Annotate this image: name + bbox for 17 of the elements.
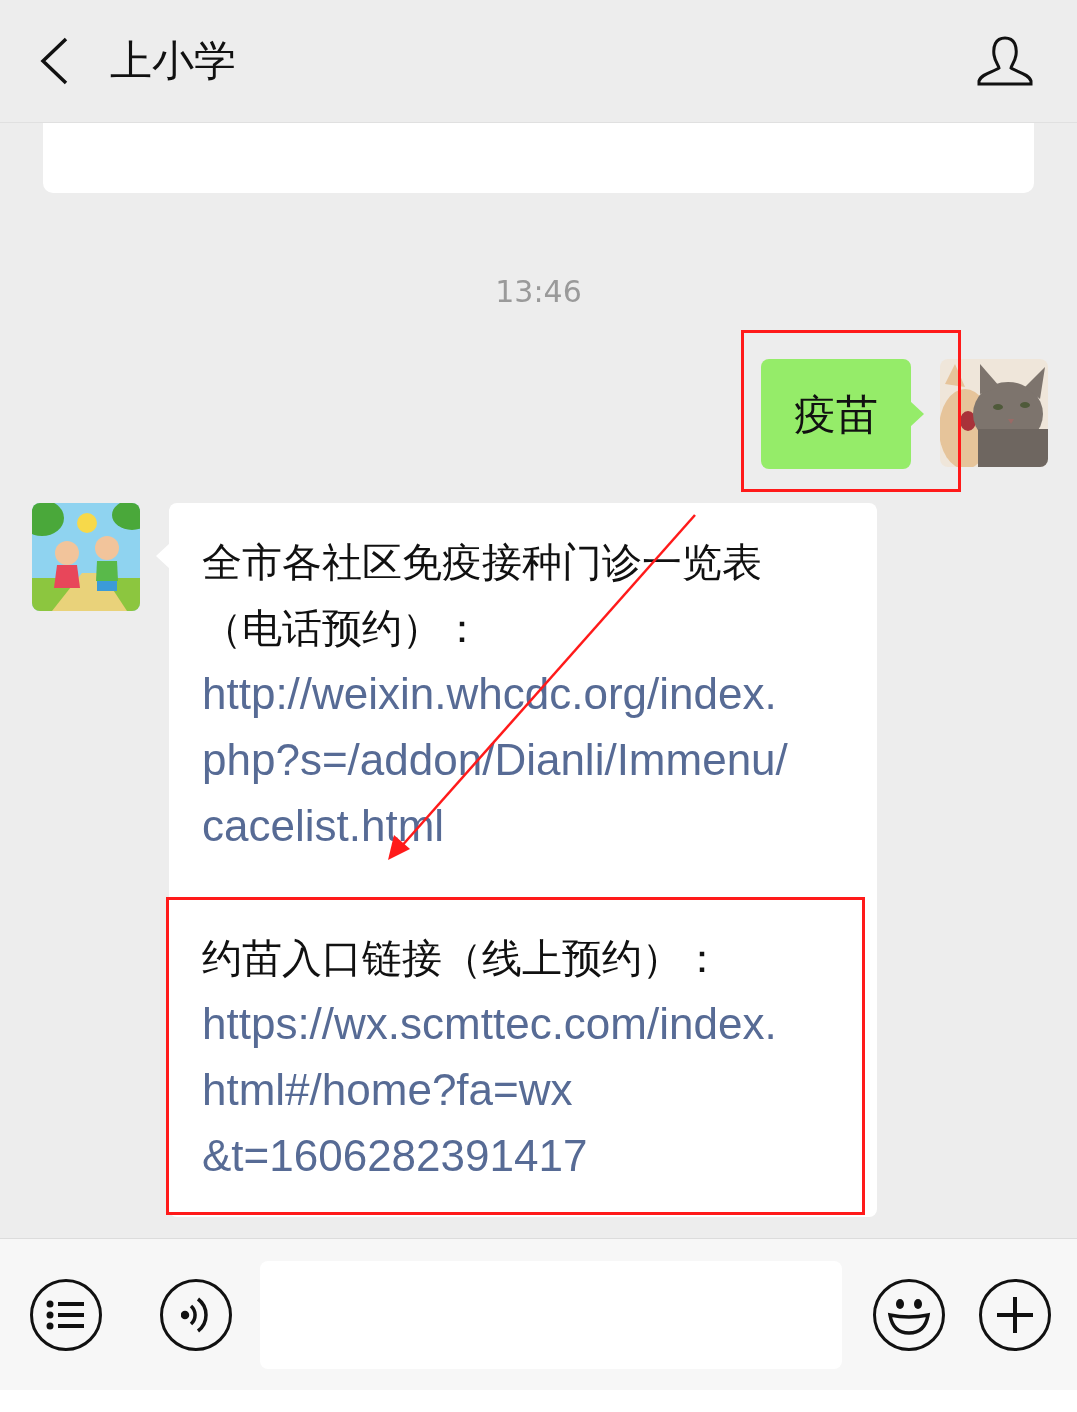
- message-link[interactable]: html#/home?fa=wx: [202, 1057, 573, 1123]
- message-text: 约苗入口链接（线上预约）：: [202, 934, 722, 983]
- chat-title: 上小学: [110, 40, 236, 82]
- menu-button[interactable]: [30, 1278, 102, 1351]
- bubble-tail: [910, 401, 924, 427]
- message-text: （电话预约）：: [202, 604, 482, 653]
- message-link[interactable]: https://wx.scmttec.com/index.: [202, 991, 777, 1057]
- back-icon[interactable]: [38, 36, 70, 86]
- timestamp: 13:46: [495, 275, 582, 309]
- person-icon[interactable]: [977, 35, 1033, 87]
- emoji-button[interactable]: [873, 1278, 945, 1351]
- voice-button[interactable]: [160, 1278, 232, 1351]
- message-link[interactable]: &t=1606282391417: [202, 1123, 588, 1189]
- message-bubble: 疫苗: [761, 359, 911, 469]
- plus-icon: [995, 1294, 1035, 1335]
- list-icon: [46, 1299, 86, 1330]
- plus-button[interactable]: [979, 1278, 1051, 1351]
